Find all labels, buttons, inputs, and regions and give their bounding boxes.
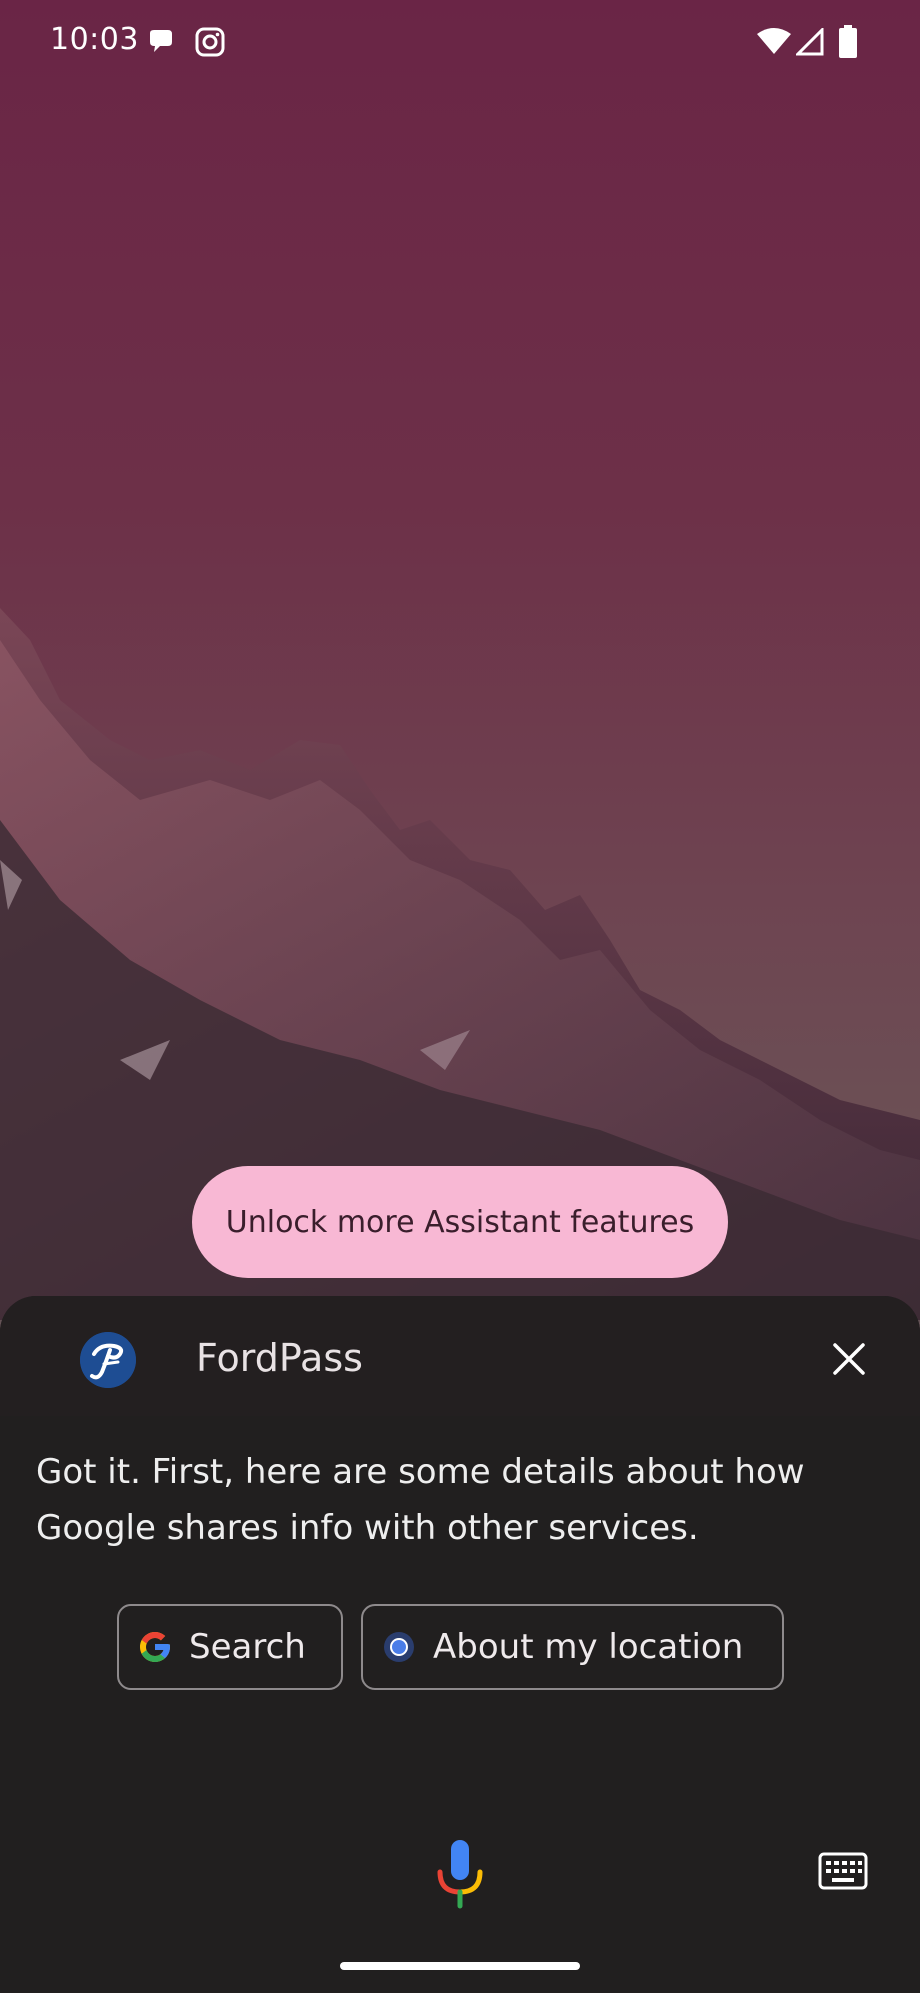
assistant-sheet: FordPass Got it. First, here are some de… [0, 1296, 920, 1993]
microphone-button[interactable] [432, 1838, 488, 1910]
cell-signal-icon [794, 26, 824, 60]
location-dot-icon [381, 1629, 417, 1665]
app-name: FordPass [196, 1336, 363, 1380]
status-bar: 10:03 [0, 0, 920, 84]
assistant-response-text: Got it. First, here are some details abo… [36, 1452, 805, 1548]
home-indicator[interactable] [340, 1962, 580, 1970]
app-header: FordPass [0, 1296, 920, 1416]
microphone-icon [437, 1840, 483, 1909]
screen: 10:03 Unlock more Assistant features For… [0, 0, 920, 1993]
chat-bubble-icon [146, 27, 176, 61]
wifi-icon [756, 26, 792, 60]
google-g-icon [137, 1629, 173, 1665]
instagram-icon [194, 26, 226, 62]
location-chip-label: About my location [433, 1627, 744, 1667]
fordpass-logo-icon [80, 1332, 136, 1388]
search-chip-label: Search [189, 1627, 306, 1667]
search-suggestion-chip[interactable]: Search [117, 1604, 343, 1690]
about-my-location-chip[interactable]: About my location [361, 1604, 784, 1690]
status-time: 10:03 [50, 22, 139, 57]
close-icon [833, 1343, 865, 1375]
unlock-chip-label: Unlock more Assistant features [225, 1204, 695, 1240]
keyboard-button[interactable] [818, 1852, 868, 1892]
battery-icon [838, 25, 858, 63]
unlock-assistant-features-button[interactable]: Unlock more Assistant features [192, 1166, 728, 1278]
close-button[interactable] [824, 1334, 874, 1384]
keyboard-icon [818, 1852, 868, 1890]
